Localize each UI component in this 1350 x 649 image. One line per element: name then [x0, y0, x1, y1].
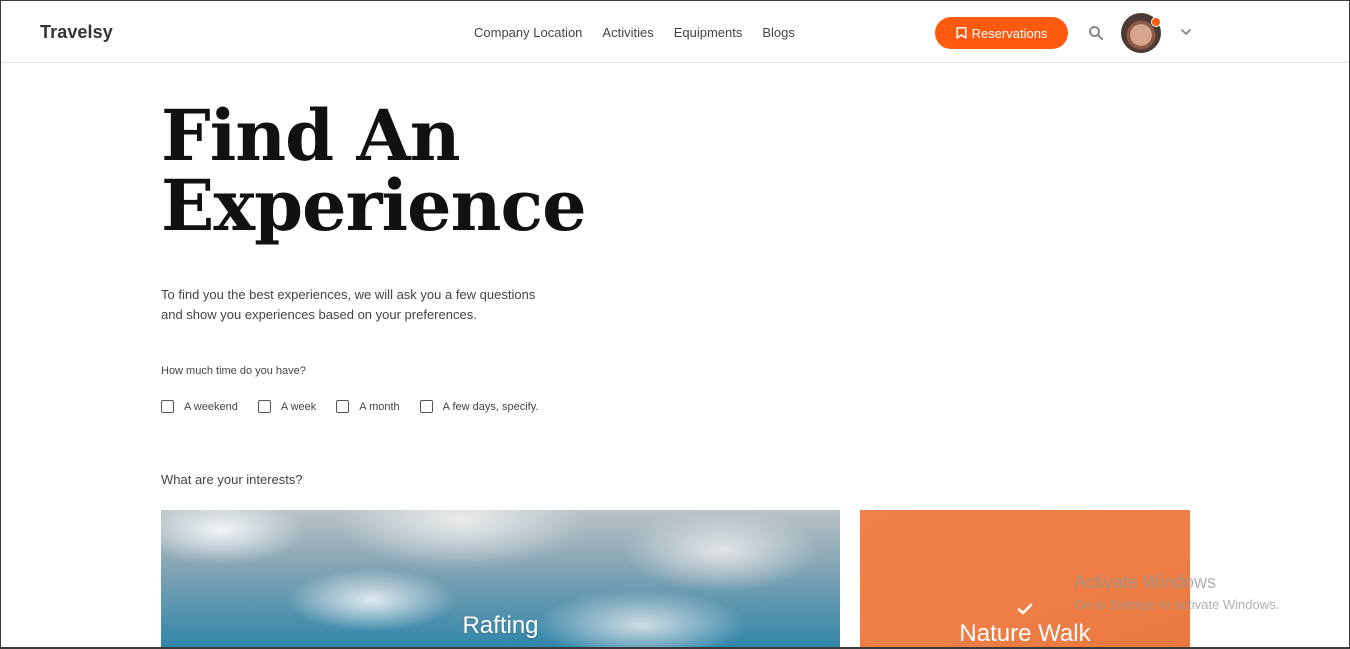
page-title-line2: Experience: [161, 164, 587, 247]
nav-equipments[interactable]: Equipments: [674, 25, 743, 40]
watermark-subtitle: Go to Settings to activate Windows.: [1074, 597, 1280, 612]
interest-card-label: Rafting: [462, 612, 539, 639]
notification-dot: [1151, 17, 1161, 27]
nav-company-location[interactable]: Company Location: [474, 25, 582, 40]
interest-card-rafting[interactable]: Rafting: [161, 510, 840, 647]
intro-line1: To find you the best experiences, we wil…: [161, 287, 536, 302]
app-window: Travelsy Company Location Activities Equ…: [0, 0, 1350, 649]
nav-activities[interactable]: Activities: [602, 25, 653, 40]
bookmark-icon: [956, 27, 967, 39]
intro-text: To find you the best experiences, we wil…: [161, 285, 581, 325]
watermark-title: Activate Windows: [1074, 572, 1217, 592]
time-option-label: A week: [280, 401, 317, 413]
checkbox[interactable]: [419, 399, 433, 413]
time-option-weekend[interactable]: A weekend: [161, 399, 238, 413]
time-option-label: A few days, specify.: [442, 401, 539, 413]
main-nav: Company Location Activities Equipments B…: [474, 25, 795, 40]
chevron-down-icon[interactable]: [1180, 27, 1192, 37]
time-option-few-days[interactable]: A few days, specify.: [419, 399, 539, 413]
checkbox[interactable]: [161, 399, 174, 413]
checkbox[interactable]: [336, 399, 350, 413]
interest-card-label: Nature Walk: [959, 620, 1091, 647]
time-option-label: A weekend: [184, 401, 238, 413]
nav-blogs[interactable]: Blogs: [762, 25, 795, 40]
activate-windows-watermark: Activate Windows Go to Settings to activ…: [1074, 572, 1279, 612]
intro-line2: and show you experiences based on your p…: [161, 307, 477, 322]
search-icon[interactable]: [1088, 25, 1104, 41]
time-option-month[interactable]: A month: [336, 399, 400, 413]
checkbox[interactable]: [257, 399, 271, 413]
check-icon: [1017, 603, 1033, 615]
time-option-week[interactable]: A week: [257, 399, 317, 413]
time-options: A weekend A week A month A few days, spe…: [161, 399, 539, 413]
time-option-label: A month: [359, 401, 400, 413]
reservations-button[interactable]: Reservations: [935, 17, 1068, 49]
interests-question: What are your interests?: [161, 472, 303, 487]
page-title: Find An Experience: [161, 101, 681, 241]
top-navbar: Travelsy Company Location Activities Equ…: [1, 1, 1349, 63]
reservations-label: Reservations: [971, 25, 1048, 41]
time-question: How much time do you have?: [161, 365, 306, 377]
brand-logo[interactable]: Travelsy: [40, 22, 113, 43]
